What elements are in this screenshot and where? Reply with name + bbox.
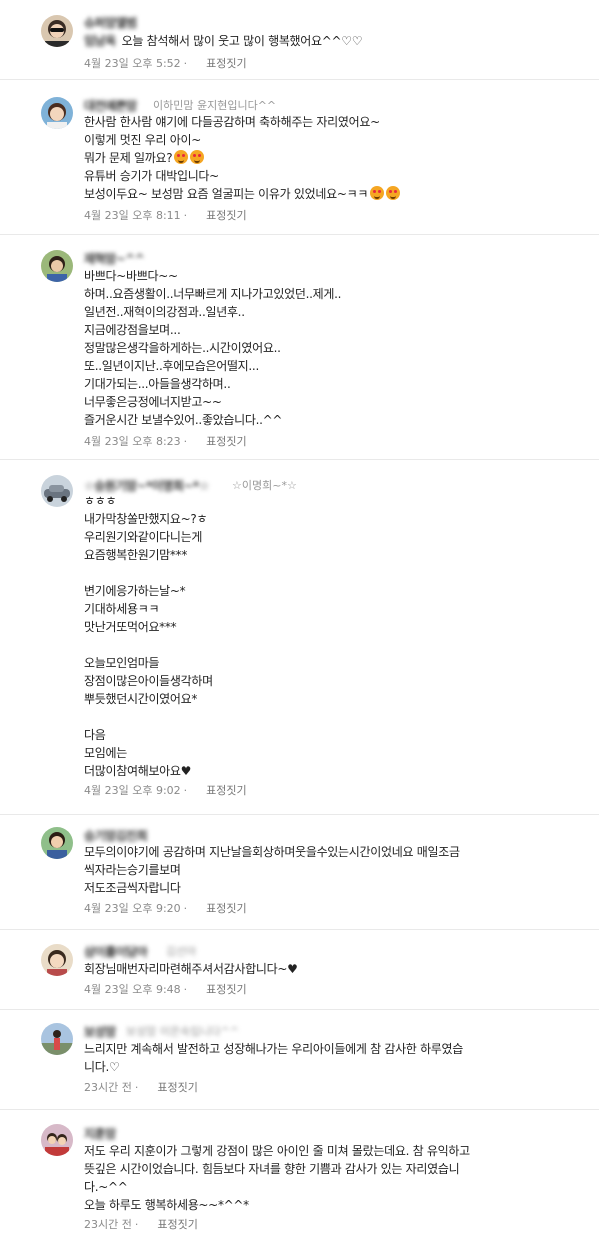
comment-item: 보성맘 보성맘 이은숙입니다^^ 느리지만 계속해서 발전하고 성장해나가는 우… (0, 1010, 599, 1110)
comment-text-line: 한사람 한사람 얘기에 다들공감하며 축하해주는 자리였어요~ (84, 115, 380, 129)
comment-author[interactable]: 삼이를이담아 (84, 943, 148, 960)
user-avatar-icon[interactable] (41, 475, 73, 507)
react-button[interactable]: 표정짓기 (206, 209, 246, 222)
comment-text-line: 오늘모인엄마들 (84, 656, 160, 670)
comment-text-line: 뭐가 문제 일까요? (84, 151, 173, 165)
comment-item: 대전예쁜맘 이하민맘 윤지현입니다^^ 한사람 한사람 얘기에 다들공감하며 축… (0, 80, 599, 235)
comment-author[interactable]: 지훈맘 (84, 1125, 116, 1142)
comment-text: 오늘 참석해서 많이 웃고 많이 행복했어요^^♡♡ (121, 34, 363, 48)
comment-text-line: 다음 (84, 728, 106, 742)
react-button[interactable]: 표정짓기 (206, 435, 246, 448)
comment-time: 4월 23일 오후 8:23 (84, 435, 181, 448)
react-button[interactable]: 표정짓기 (206, 983, 246, 996)
react-button[interactable]: 표정짓기 (157, 1218, 197, 1231)
comment-text-line: 유튜버 승기가 대박입니다~ (84, 169, 219, 183)
comment-text-line: 정말많은생각을하게하는..시간이였어요.. (84, 341, 281, 355)
comment-text-line: 느리지만 계속해서 발전하고 성장해나가는 우리아이들에게 참 감사한 하루였습 (84, 1042, 464, 1056)
comment-item: ☆승원기맘~*이명희~*☆ ☆이명희~*☆ ㅎㅎㅎ 내가막창쏠만했지요~?ㅎ 우… (0, 460, 599, 815)
comment-meta: 4월 23일 오후 9:48 · 표정짓기 (84, 983, 247, 996)
comment-item: 슈퍼맘앨범 임남옥 오늘 참석해서 많이 웃고 많이 행복했어요^^♡♡ 4월 2… (0, 0, 599, 80)
comment-text-line: 이렇게 멋진 우리 아이~ (84, 133, 201, 147)
heart-eyes-emoji-icon (386, 186, 401, 200)
comment-time: 4월 23일 오후 5:52 (84, 57, 181, 70)
react-button[interactable]: 표정짓기 (206, 902, 246, 915)
comment-text-line: 또..일년이지난..후에모습은어떨지... (84, 359, 259, 373)
comment-text-line (84, 636, 554, 654)
user-avatar-icon[interactable] (41, 15, 73, 47)
user-avatar-icon[interactable] (41, 944, 73, 976)
comment-meta: 4월 23일 오후 8:11 · 표정짓기 (84, 209, 247, 222)
comment-text-line: 모두의이야기에 공감하며 지난날을회상하며웃을수있는시간이었네요 매일조금 (84, 845, 460, 859)
comment-author[interactable]: 보성맘 (84, 1023, 116, 1040)
comment-text-line: 회장님매번자리마련해주셔서감사합니다~♥ (84, 962, 298, 976)
comment-meta: 4월 23일 오후 8:23 · 표정짓기 (84, 435, 247, 448)
comment-text-line: 뿌듯했던시간이였어요* (84, 692, 198, 706)
comment-text-line: 모임에는 (84, 746, 127, 760)
comment-meta: 4월 23일 오후 5:52 · 표정짓기 (84, 57, 247, 70)
comment-text-line: 바쁘다~바쁘다~~ (84, 269, 178, 283)
comment-author[interactable]: 슈퍼맘앨범 (84, 14, 137, 31)
comment-text-line: 장점이많은아이들생각하며 (84, 674, 213, 688)
comment-author[interactable]: 승기맘김진희 (84, 827, 148, 844)
comment-text-line: 저도조금씩자랍니다 (84, 881, 181, 895)
comment-text-line: 일년전..재혁이의강점과..일년후.. (84, 305, 245, 319)
comment-text-line: 기대하세용ㅋㅋ (84, 602, 160, 616)
comment-meta: 4월 23일 오후 9:20 · 표정짓기 (84, 902, 247, 915)
comment-item: 삼이를이담아 김선아 회장님매번자리마련해주셔서감사합니다~♥ 4월 23일 오… (0, 930, 599, 1010)
comment-text-line: 우리원기와같이다니는게 (84, 530, 203, 544)
comment-time: 4월 23일 오후 9:48 (84, 983, 181, 996)
comment-author[interactable]: 대전예쁜맘 (84, 97, 137, 114)
comment-text-line: ㅎㅎㅎ (84, 494, 117, 508)
comment-author-sub: ☆이명희~*☆ (232, 479, 297, 492)
comment-text-line: 기대가되는...아들을생각하며.. (84, 377, 231, 391)
comment-author-sub: 보성맘 이은숙입니다^^ (126, 1025, 240, 1038)
comment-time: 4월 23일 오후 9:20 (84, 902, 181, 915)
comment-text-line: 보성이두요~ 보성맘 요즘 얼굴피는 이유가 있었네요~ㅋㅋ (84, 187, 369, 201)
comment-time: 4월 23일 오후 9:02 (84, 784, 181, 797)
comment-text-line (84, 708, 554, 726)
comment-item: 재혁맘~^^ 바쁘다~바쁘다~~ 하며..요즘생활이..너무빠르게 지나가고있었… (0, 235, 599, 460)
user-avatar-icon[interactable] (41, 1023, 73, 1055)
comment-meta: 4월 23일 오후 9:02 · 표정짓기 (84, 784, 247, 797)
comment-text-line: 씩자라는승기를보며 (84, 863, 181, 877)
heart-eyes-emoji-icon (190, 150, 205, 164)
comment-item: 지훈맘 저도 우리 지훈이가 그렇게 강점이 많은 아이인 줄 미쳐 몰랐는데요… (0, 1110, 599, 1241)
user-avatar-icon[interactable] (41, 97, 73, 129)
user-avatar-icon[interactable] (41, 827, 73, 859)
comment-text-line: 변기에응가하는날~* (84, 584, 186, 598)
comment-time: 23시간 전 (84, 1218, 132, 1231)
react-button[interactable]: 표정짓기 (206, 784, 246, 797)
comment-text-line (84, 564, 554, 582)
comment-meta: 23시간 전 · 표정짓기 (84, 1218, 198, 1231)
react-button[interactable]: 표정짓기 (157, 1081, 197, 1094)
comment-list: 슈퍼맘앨범 임남옥 오늘 참석해서 많이 웃고 많이 행복했어요^^♡♡ 4월 2… (0, 0, 599, 1241)
comment-meta: 23시간 전 · 표정짓기 (84, 1081, 198, 1094)
comment-text-line: 즐거운시간 보낼수있어..좋았습니다..^^ (84, 413, 283, 427)
comment-author-inline: 임남옥 (84, 34, 116, 48)
comment-text-line: 다.~^^ (84, 1180, 128, 1194)
comment-text-line: 니다.♡ (84, 1060, 120, 1074)
comment-text-line: 오늘 하루도 행복하세용~~*^^* (84, 1198, 249, 1212)
comment-author-sub: 이하민맘 윤지현입니다^^ (153, 99, 277, 112)
comment-text-line: 저도 우리 지훈이가 그렇게 강점이 많은 아이인 줄 미쳐 몰랐는데요. 참 … (84, 1144, 470, 1158)
comment-text-line: 맛난거또먹어요*** (84, 620, 177, 634)
heart-eyes-emoji-icon (370, 186, 385, 200)
heart-eyes-emoji-icon (174, 150, 189, 164)
comment-text-line: 지금에강점을보며... (84, 323, 181, 337)
comment-time: 4월 23일 오후 8:11 (84, 209, 181, 222)
user-avatar-icon[interactable] (41, 250, 73, 282)
react-button[interactable]: 표정짓기 (206, 57, 246, 70)
comment-author[interactable]: 재혁맘~^^ (84, 250, 145, 267)
user-avatar-icon[interactable] (41, 1124, 73, 1156)
comment-time: 23시간 전 (84, 1081, 132, 1094)
comment-item: 승기맘김진희 모두의이야기에 공감하며 지난날을회상하며웃을수있는시간이었네요 … (0, 815, 599, 930)
comment-text-line: 하며..요즘생활이..너무빠르게 지나가고있었던..제게.. (84, 287, 342, 301)
comment-text-line: 요즘행복한원기맘*** (84, 548, 188, 562)
comment-text-line: 내가막창쏠만했지요~?ㅎ (84, 512, 208, 526)
comment-text-line: 너무좋은긍정에너지받고~~ (84, 395, 222, 409)
comment-text-line: 뜻깊은 시간이었습니다. 힘듬보다 자녀를 향한 기쁨과 감사가 있는 자리였습… (84, 1162, 460, 1176)
comment-text-line: 더많이참여해보아요♥ (84, 764, 192, 778)
comment-author-sub: 김선아 (166, 945, 197, 958)
